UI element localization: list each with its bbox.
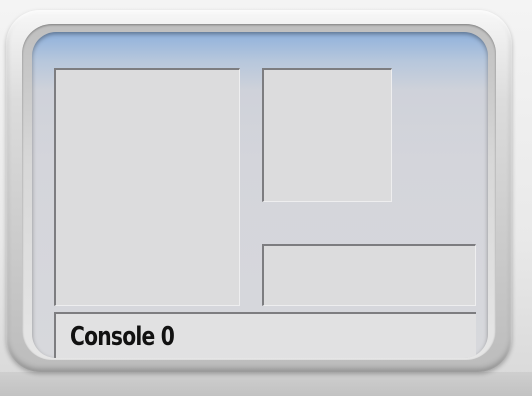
device-bezel: Console 0 bbox=[6, 10, 512, 372]
top-right-panel[interactable] bbox=[262, 68, 392, 202]
middle-right-panel[interactable] bbox=[262, 244, 476, 306]
screen: Console 0 bbox=[32, 32, 488, 358]
console-label: Console 0 bbox=[70, 322, 175, 352]
left-panel[interactable] bbox=[54, 68, 240, 306]
bottom-strip bbox=[0, 372, 532, 396]
console-bar[interactable]: Console 0 bbox=[54, 312, 476, 358]
app-window: Console 0 bbox=[0, 0, 532, 396]
